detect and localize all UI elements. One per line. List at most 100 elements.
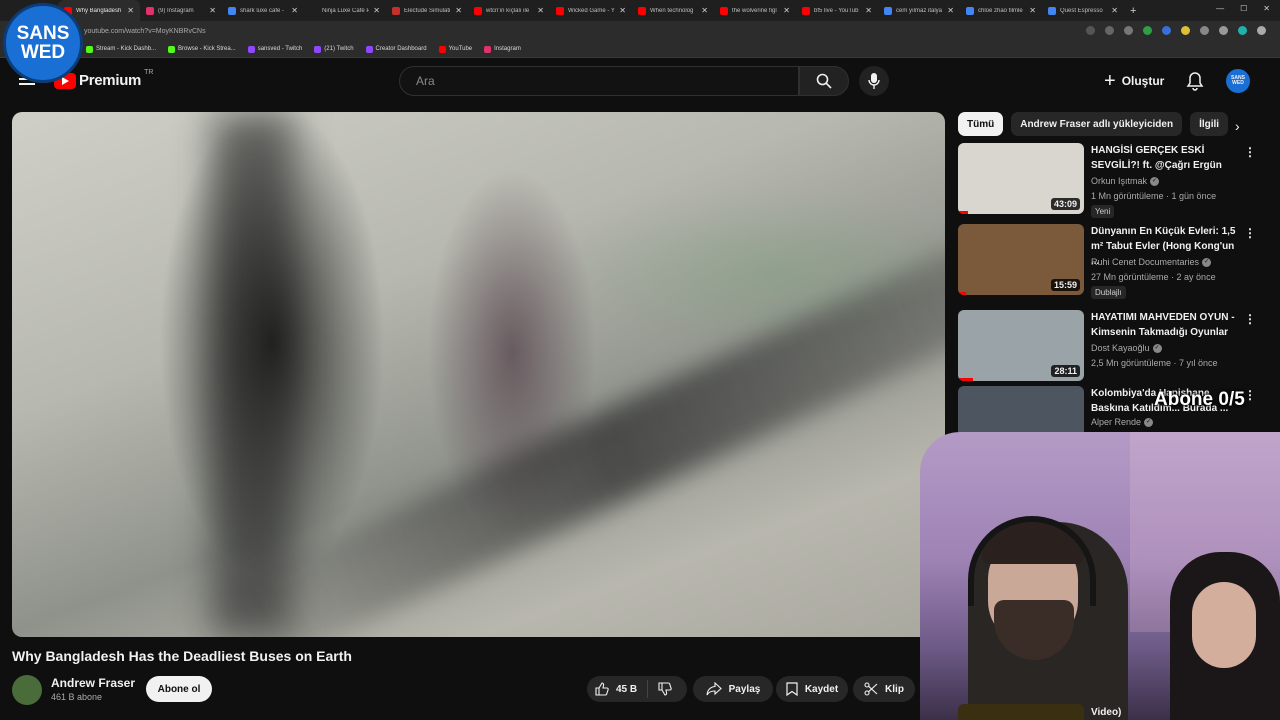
bookmark-item[interactable]: YouTube (438, 45, 472, 53)
close-tab-icon[interactable]: ✕ (209, 6, 216, 15)
cast-icon[interactable] (1105, 26, 1114, 35)
close-tab-icon[interactable]: ✕ (1111, 6, 1118, 15)
youtube-premium-logo[interactable]: Premium TR (54, 69, 153, 89)
browser-tab[interactable]: Wicked Game - Y ✕ (550, 0, 632, 21)
browser-tab[interactable]: shark luxe cafe - ✕ (222, 0, 304, 21)
bookmark-favicon-icon (365, 45, 373, 53)
recommendation-thumbnail[interactable]: 28:11 (958, 310, 1084, 381)
bookmark-favicon-icon (484, 45, 492, 53)
close-tab-icon[interactable]: ✕ (1029, 6, 1036, 15)
bookmark-item[interactable]: sansved - Twitch (247, 45, 302, 53)
search-button[interactable] (799, 66, 849, 96)
close-tab-icon[interactable]: ✕ (865, 6, 872, 15)
browser-tab[interactable]: wtcn'ın kıçlalı ile ✕ (468, 0, 550, 21)
browser-tab[interactable]: the wolverine figl ✕ (714, 0, 796, 21)
bookmark-item[interactable]: Instagram (484, 45, 521, 53)
browser-tab[interactable]: chloé zhao filmle ✕ (960, 0, 1042, 21)
close-window-icon[interactable]: ✕ (1263, 4, 1270, 13)
account-avatar[interactable]: SANS WED (1226, 69, 1250, 93)
recommendation-thumbnail[interactable] (958, 704, 1084, 720)
bookmark-label: Stream - Kick Dashb... (96, 46, 157, 52)
extension-icon[interactable] (1238, 26, 1247, 35)
recommendation-title[interactable]: HAYATIMI MAHVEDEN OYUN - Kimsenin Takmad… (1091, 310, 1243, 340)
recommendation-item[interactable]: 28:11 HAYATIMI MAHVEDEN OYUN - Kimsenin T… (958, 310, 1268, 382)
recommendation-partial[interactable]: Video) (958, 700, 1268, 720)
recommendation-thumbnail[interactable]: 15:59 (958, 224, 1084, 295)
bookmark-item[interactable]: Stream - Kick Dashb... (86, 45, 157, 53)
like-dislike-group: 45 B (587, 676, 687, 702)
browser-tab[interactable]: When technolog ✕ (632, 0, 714, 21)
chip-all[interactable]: Tümü (958, 112, 1004, 136)
bookmark-item[interactable]: Creator Dashboard (365, 45, 427, 53)
chip-from-uploader[interactable]: Andrew Fraser adlı yükleyiciden (1011, 112, 1183, 136)
extension-icon[interactable] (1181, 26, 1190, 35)
save-button[interactable]: Kaydet (776, 676, 848, 702)
bookmark-item[interactable]: (21) Twitch (314, 45, 354, 53)
clip-button[interactable]: Klip (853, 676, 915, 702)
create-button[interactable]: + Oluştur (1104, 69, 1164, 93)
extension-icon[interactable] (1162, 26, 1171, 35)
close-tab-icon[interactable]: ✕ (947, 6, 954, 15)
plus-icon: + (1104, 70, 1116, 92)
browser-tab[interactable]: Quest Espresso ✕ (1042, 0, 1124, 21)
puzzle-icon[interactable] (1200, 26, 1209, 35)
dislike-button[interactable] (648, 682, 682, 696)
zoom-icon[interactable] (1086, 26, 1095, 35)
more-options-icon[interactable]: ⋮ (1244, 226, 1256, 240)
browser-tab[interactable]: Ninja Luxe Café P ✕ (304, 0, 386, 21)
recommendation-item[interactable]: 43:09 HANGİSİ GERÇEK ESKİ SEVGİLİ?! ft. @… (958, 143, 1268, 218)
close-tab-icon[interactable]: ✕ (373, 6, 380, 15)
recommendation-channel[interactable]: Orkun Işıtmak ✓ (1091, 176, 1160, 187)
minimize-icon[interactable]: — (1216, 4, 1224, 13)
microphone-icon (868, 73, 880, 89)
more-options-icon[interactable]: ⋮ (1244, 388, 1256, 402)
browser-tab[interactable]: (9) Instagram ✕ (140, 0, 222, 21)
close-tab-icon[interactable]: ✕ (701, 6, 708, 15)
browser-tab[interactable]: bf5 live - YouTub ✕ (796, 0, 878, 21)
browser-tab[interactable]: cem yılmaz italya ✕ (878, 0, 960, 21)
tab-favicon-icon (474, 6, 482, 15)
recommendation-title[interactable]: Video) (1091, 707, 1121, 718)
voice-search-button[interactable] (859, 66, 889, 96)
extension-icon[interactable] (1143, 26, 1152, 35)
bookmark-favicon-icon (438, 45, 446, 53)
close-tab-icon[interactable]: ✕ (537, 6, 544, 15)
more-options-icon[interactable]: ⋮ (1244, 312, 1256, 326)
maximize-icon[interactable]: ☐ (1240, 4, 1247, 13)
recommendation-channel[interactable]: Alper Rende ✓ (1091, 417, 1154, 428)
video-player[interactable] (12, 112, 945, 637)
new-tab-button[interactable]: + (1124, 5, 1142, 17)
tab-title: When technolog (650, 7, 694, 14)
browser-menu-icon[interactable] (1257, 26, 1266, 35)
share-button[interactable]: Paylaş (693, 676, 773, 702)
chip-related[interactable]: İlgili (1190, 112, 1229, 136)
tab-title: Why Bangladesh (76, 7, 122, 14)
close-tab-icon[interactable]: ✕ (619, 6, 626, 15)
more-options-icon[interactable]: ⋮ (1244, 145, 1256, 159)
filter-chips: Tümü Andrew Fraser adlı yükleyiciden İlg… (958, 112, 1229, 136)
close-tab-icon[interactable]: ✕ (455, 6, 462, 15)
close-tab-icon[interactable]: ✕ (783, 6, 790, 15)
bookmark-favicon-icon (168, 45, 176, 53)
tab-title: Electude Simulati (404, 7, 451, 14)
bookmark-star-icon[interactable] (1124, 26, 1133, 35)
recommendation-channel[interactable]: Ruhi Cenet Documentaries ✓ (1091, 257, 1212, 268)
url-text[interactable]: youtube.com/watch?v=MoyKNBRvCNs (84, 28, 206, 35)
recommendation-title[interactable]: HANGİSİ GERÇEK ESKİ SEVGİLİ?! ft. @Çağrı… (1091, 143, 1243, 173)
recommendation-thumbnail[interactable]: 43:09 (958, 143, 1084, 214)
recommendation-thumbnail[interactable] (958, 386, 1084, 432)
browser-tab[interactable]: Electude Simulati ✕ (386, 0, 468, 21)
chevron-right-icon[interactable]: › (1235, 118, 1240, 134)
close-tab-icon[interactable]: ✕ (127, 6, 134, 15)
channel-name[interactable]: Andrew Fraser (51, 676, 135, 690)
recommendation-channel[interactable]: Dost Kayaoğlu ✓ (1091, 343, 1162, 354)
search-input[interactable] (400, 67, 798, 95)
recommendation-item[interactable]: 15:59 Dünyanın En Küçük Evleri: 1,5 m² Ta… (958, 224, 1268, 299)
like-button[interactable]: 45 B (587, 680, 649, 698)
close-tab-icon[interactable]: ✕ (291, 6, 298, 15)
subscribe-button[interactable]: Abone ol (146, 676, 212, 702)
profile-icon[interactable] (1219, 26, 1228, 35)
channel-avatar[interactable] (12, 675, 42, 705)
bookmark-item[interactable]: Browse - Kick Strea... (168, 45, 236, 53)
notifications-bell-icon[interactable] (1186, 71, 1204, 91)
